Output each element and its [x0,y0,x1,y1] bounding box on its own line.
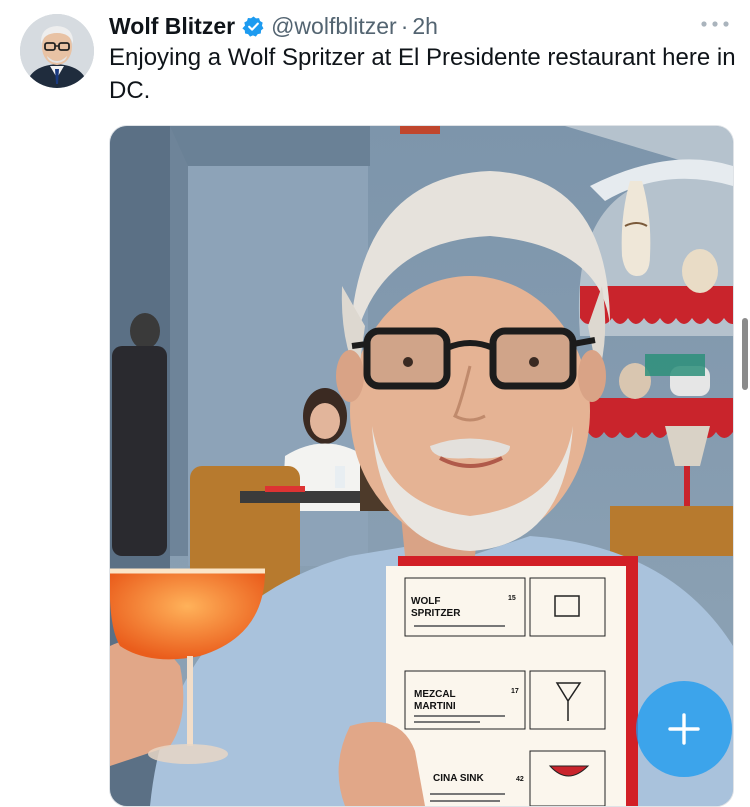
menu-item-2-name-line1: MEZCAL [414,689,456,700]
menu-item-1-name-line2: SPRITZER [411,608,461,619]
tweet-photo[interactable]: WOLF SPRITZER 15 MEZCAL MARTINI 17 CINA … [109,125,734,807]
compose-plus-icon[interactable] [636,681,732,777]
separator-dot: · [400,12,409,39]
author-handle[interactable]: @wolfblitzer [271,13,397,40]
author-name[interactable]: Wolf Blitzer [109,13,235,40]
tweet-header: Wolf Blitzer @wolfblitzer · 2h [109,9,730,43]
more-options-icon[interactable] [698,11,732,37]
author-avatar[interactable] [20,14,94,88]
menu-item-1-price: 15 [508,595,516,602]
menu-item-1-name-line1: WOLF [411,596,440,607]
menu-item-3-price: 42 [516,776,524,783]
tweet-timestamp[interactable]: 2h [412,13,438,40]
menu-item-3-name-line1: CINA SINK [433,773,485,784]
menu-item-2-name-line2: MARTINI [414,701,456,712]
tweet-text: Enjoying a Wolf Spritzer at El President… [109,44,736,104]
verified-badge-icon[interactable] [242,15,265,38]
scrollbar-thumb[interactable] [742,318,748,390]
menu-item-2-price: 17 [511,688,519,695]
